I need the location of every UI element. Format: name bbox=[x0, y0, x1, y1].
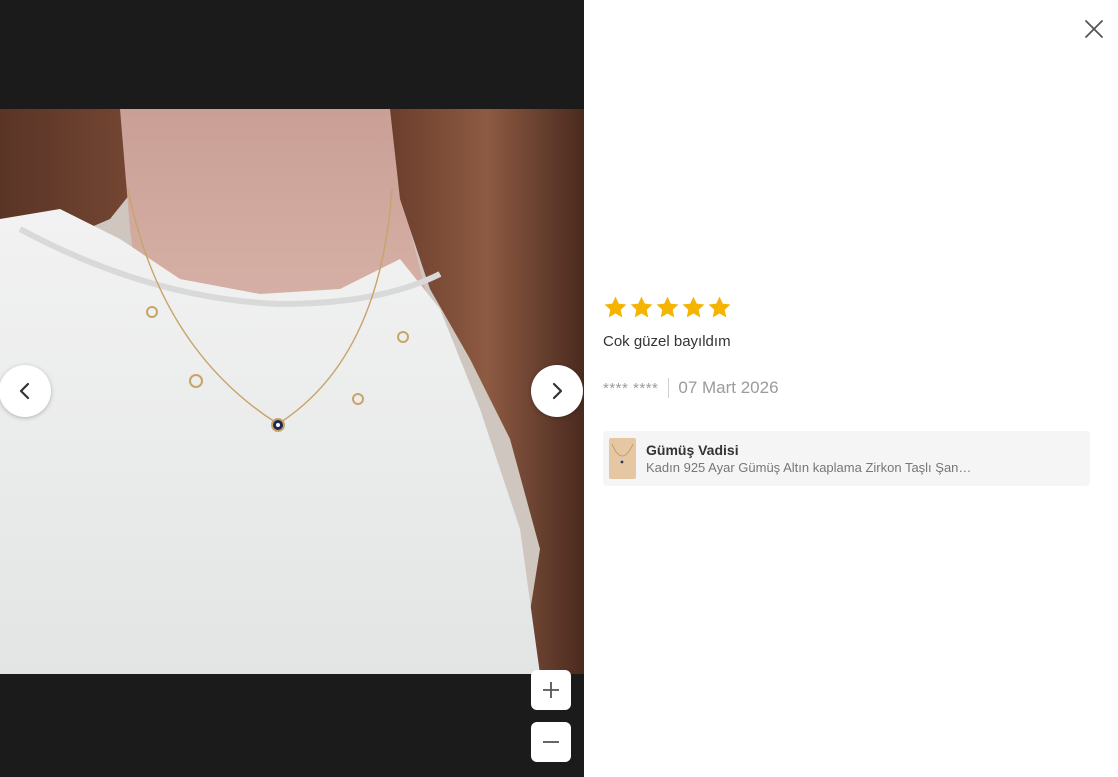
zoom-out-button[interactable] bbox=[531, 722, 571, 762]
review-author: **** **** bbox=[603, 379, 659, 397]
rating-stars bbox=[603, 294, 1093, 320]
product-info: Gümüş Vadisi Kadın 925 Ayar Gümüş Altın … bbox=[646, 441, 1066, 477]
zoom-in-button[interactable] bbox=[531, 670, 571, 710]
star-icon bbox=[656, 296, 679, 317]
review-photo-image bbox=[0, 109, 584, 674]
chevron-right-icon bbox=[552, 382, 563, 400]
next-image-button[interactable] bbox=[531, 365, 583, 417]
image-viewer bbox=[0, 0, 584, 777]
review-comment: Cok güzel bayıldım bbox=[603, 333, 731, 350]
product-thumbnail bbox=[609, 438, 636, 479]
review-date: 07 Mart 2026 bbox=[678, 378, 779, 397]
review-photo[interactable] bbox=[0, 109, 584, 674]
product-name: Kadın 925 Ayar Gümüş Altın kaplama Zirko… bbox=[646, 459, 972, 475]
star-icon bbox=[630, 296, 653, 317]
review-details: Cok güzel bayıldım **** **** 07 Mart 202… bbox=[603, 294, 1093, 399]
previous-image-button[interactable] bbox=[0, 365, 51, 417]
close-icon bbox=[1085, 20, 1103, 38]
review-meta: **** **** 07 Mart 2026 bbox=[603, 377, 1093, 399]
product-card[interactable]: Gümüş Vadisi Kadın 925 Ayar Gümüş Altın … bbox=[603, 431, 1090, 486]
star-icon bbox=[708, 296, 731, 317]
seller-name: Gümüş Vadisi bbox=[646, 441, 739, 458]
star-icon bbox=[604, 296, 627, 317]
review-media-modal: Cok güzel bayıldım **** **** 07 Mart 202… bbox=[0, 0, 1118, 777]
meta-separator bbox=[668, 378, 670, 398]
minus-icon bbox=[543, 741, 559, 743]
close-button[interactable] bbox=[1080, 15, 1108, 43]
chevron-left-icon bbox=[19, 382, 30, 400]
star-icon bbox=[682, 296, 705, 317]
plus-icon bbox=[543, 682, 559, 698]
